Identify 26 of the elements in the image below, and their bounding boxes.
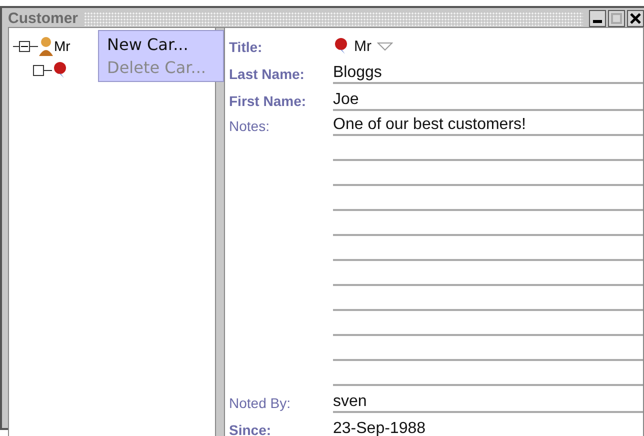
person-icon: [38, 36, 54, 56]
maximize-button[interactable]: [608, 10, 625, 27]
text-field[interactable]: sven: [333, 393, 643, 413]
menu-item[interactable]: New Car...: [99, 33, 223, 56]
window-title: Customer: [8, 10, 78, 27]
text-field[interactable]: Bloggs: [333, 64, 643, 84]
caret-icon: [376, 42, 392, 50]
collapse-toggle[interactable]: [19, 40, 30, 52]
field-label: Noted By:: [229, 395, 292, 413]
notes-line[interactable]: One of our best customers!: [333, 116, 643, 136]
tree-node[interactable]: Mr: [54, 38, 70, 54]
text-field[interactable]: 23-Sep-1988: [333, 420, 498, 436]
field-label: Title:: [229, 39, 264, 57]
field-label: Since:: [229, 422, 272, 436]
field-label: Notes:: [229, 118, 270, 136]
close-button[interactable]: [627, 10, 644, 27]
maximize-icon: [611, 13, 622, 24]
rose-icon: [52, 61, 68, 79]
field-label: Last Name:: [229, 66, 306, 84]
expand-toggle[interactable]: [33, 64, 44, 76]
close-icon: [630, 13, 641, 24]
field-label: First Name:: [229, 93, 308, 111]
title-dropdown[interactable]: Mr: [333, 37, 392, 57]
text-field[interactable]: Joe: [333, 91, 643, 111]
minimize-button[interactable]: [589, 10, 606, 27]
rose-icon: [333, 37, 349, 55]
